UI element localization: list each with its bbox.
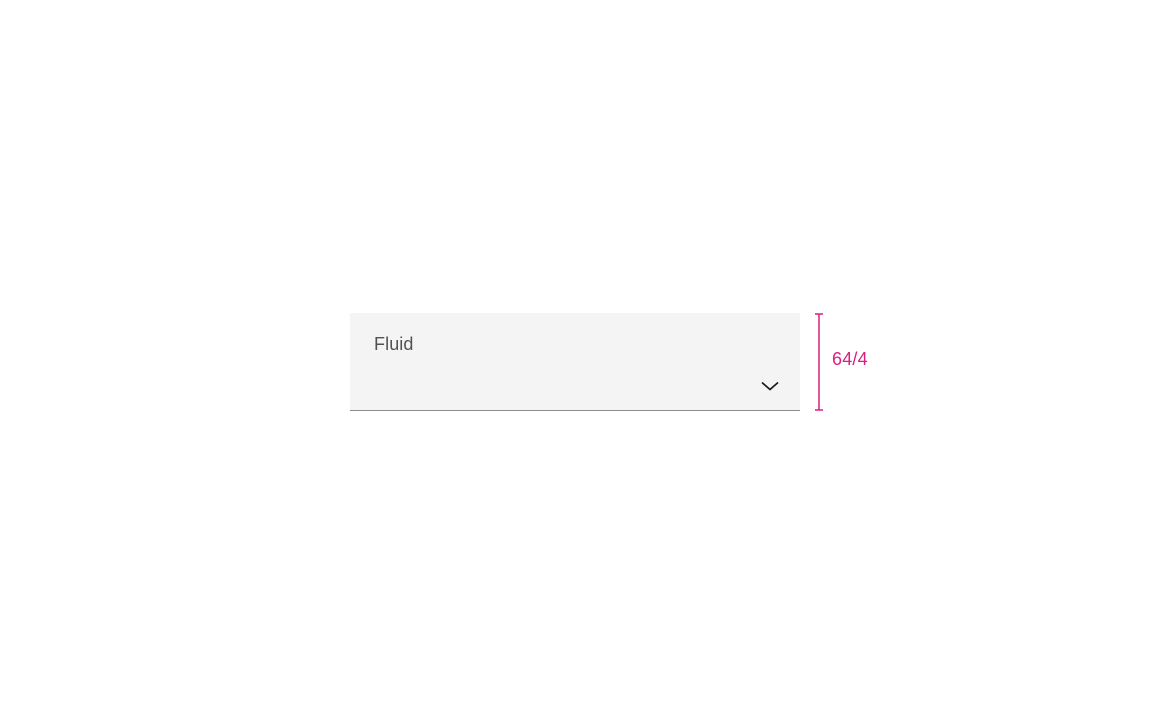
height-measure-bracket xyxy=(815,313,823,411)
dropdown-fluid[interactable]: Fluid xyxy=(350,313,800,411)
spec-canvas: Fluid 64/4 xyxy=(0,0,1152,726)
chevron-down-icon xyxy=(760,380,780,392)
dropdown-label: Fluid xyxy=(374,333,776,356)
height-measure-label: 64/4 xyxy=(832,350,868,368)
